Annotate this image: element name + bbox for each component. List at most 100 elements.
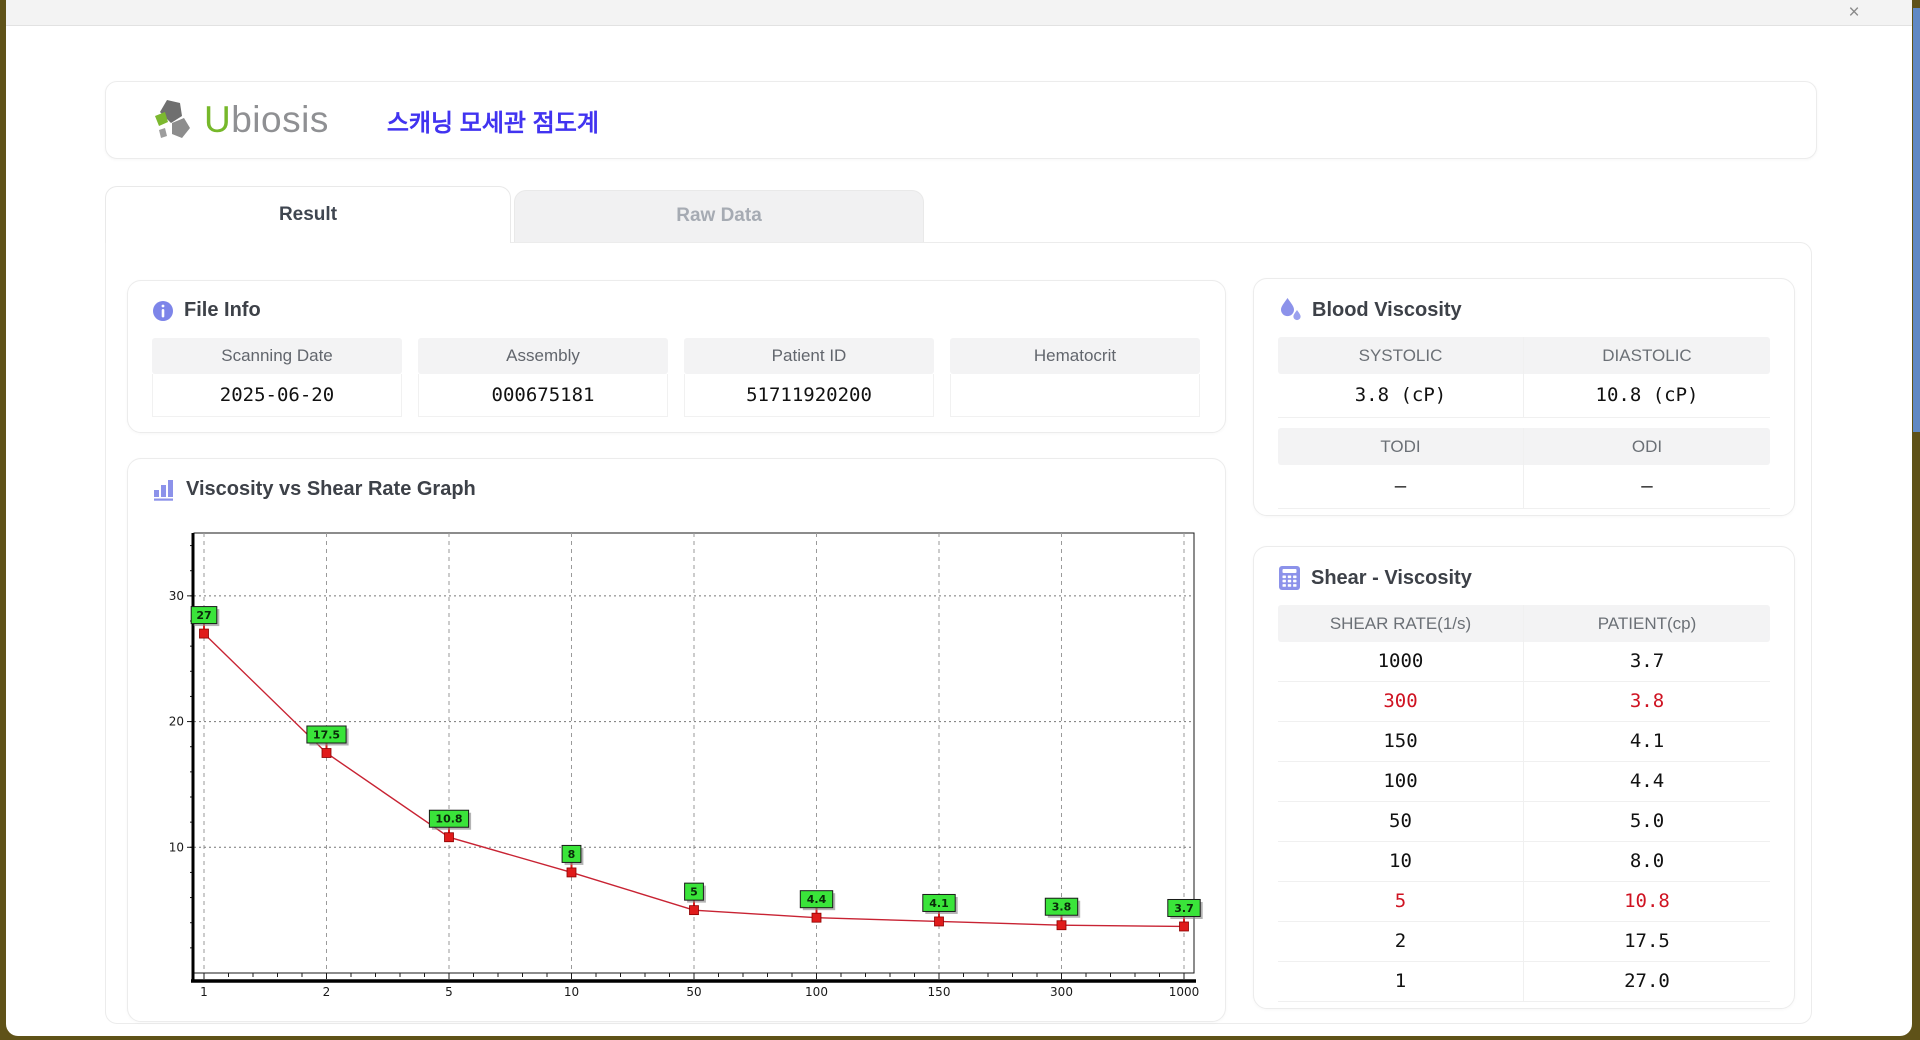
svg-text:27: 27 — [196, 609, 211, 622]
table-row: 100 4.4 — [1278, 762, 1770, 802]
file-info-title: File Info — [184, 299, 261, 321]
table-header-row: TODI ODI — [1278, 428, 1770, 465]
ubiosis-logo-icon — [152, 97, 198, 143]
tab-raw-data[interactable]: Raw Data — [514, 190, 924, 242]
patient-cell: 5.0 — [1629, 810, 1665, 832]
svg-text:10: 10 — [169, 840, 184, 854]
table-row: – – — [1278, 465, 1770, 509]
table-row: 2 17.5 — [1278, 922, 1770, 962]
svg-text:4.1: 4.1 — [929, 897, 949, 910]
shear-cell: 1 — [1278, 962, 1524, 1001]
blood-viscosity-title: Blood Viscosity — [1312, 298, 1462, 321]
table-row: 10 8.0 — [1278, 842, 1770, 882]
table-row: 1 27.0 — [1278, 962, 1770, 1002]
window-titlebar: × — [6, 0, 1912, 26]
logo-letter-u: U — [204, 99, 232, 140]
shear-table: SHEAR RATE(1/s) PATIENT(cp) 1000 3.7 300… — [1278, 605, 1770, 1002]
patient-cell: 3.8 — [1629, 690, 1665, 712]
tab-result[interactable]: Result — [105, 186, 511, 243]
svg-text:3.8: 3.8 — [1052, 901, 1072, 914]
close-icon[interactable]: × — [1842, 2, 1866, 24]
viscosity-chart: 1 2 5 10 50 100 150 300 1000 10 20 30 27 17.5 10.8 8 5 4.… — [169, 532, 1203, 999]
patient-cell: 8.0 — [1629, 850, 1665, 872]
svg-text:1: 1 — [200, 985, 208, 999]
patient-cell: 17.5 — [1624, 930, 1670, 952]
field-label: Patient ID — [684, 338, 934, 374]
shear-cell: 50 — [1278, 802, 1524, 841]
page-title: 스캐닝 모세관 점도계 — [386, 109, 599, 137]
shear-viscosity-card: Shear - Viscosity SHEAR RATE(1/s) PATIEN… — [1253, 546, 1795, 1009]
patient-cell: 4.4 — [1629, 770, 1665, 792]
shear-viscosity-title: Shear - Viscosity — [1311, 566, 1472, 589]
table-row: 300 3.8 — [1278, 682, 1770, 722]
graph-title: Viscosity vs Shear Rate Graph — [186, 477, 476, 500]
patient-cell: 3.7 — [1629, 650, 1665, 672]
table-row: 150 4.1 — [1278, 722, 1770, 762]
svg-text:1000: 1000 — [1169, 985, 1200, 999]
svg-text:8: 8 — [568, 848, 576, 861]
field-assembly: Assembly 000675181 — [418, 338, 668, 417]
field-label: Hematocrit — [950, 338, 1200, 374]
systolic-value: 3.8 (cP) — [1278, 374, 1524, 417]
field-value: 2025-06-20 — [152, 374, 402, 417]
side-strip — [1913, 8, 1920, 432]
field-hematocrit: Hematocrit — [950, 338, 1200, 417]
field-label: Scanning Date — [152, 338, 402, 374]
field-value: 51711920200 — [684, 374, 934, 417]
field-scanning-date: Scanning Date 2025-06-20 — [152, 338, 402, 417]
svg-text:5: 5 — [445, 985, 453, 999]
logo-rest: biosis — [231, 99, 329, 140]
svg-text:5: 5 — [690, 886, 698, 899]
field-value — [950, 374, 1200, 417]
shear-cell: 5 — [1278, 882, 1524, 921]
header-patient: PATIENT(cp) — [1524, 605, 1770, 642]
field-value: 000675181 — [418, 374, 668, 417]
svg-text:30: 30 — [169, 589, 184, 603]
blood-viscosity-card: Blood Viscosity SYSTOLIC DIASTOLIC 3.8 (… — [1253, 278, 1795, 516]
svg-text:150: 150 — [928, 985, 951, 999]
header-shear-rate: SHEAR RATE(1/s) — [1278, 605, 1524, 642]
shear-cell: 2 — [1278, 922, 1524, 961]
svg-text:4.4: 4.4 — [807, 893, 827, 906]
svg-text:10.8: 10.8 — [435, 813, 462, 826]
table-row: 1000 3.7 — [1278, 642, 1770, 682]
todi-value: – — [1278, 465, 1524, 508]
odi-value: – — [1641, 475, 1653, 497]
diastolic-value: 10.8 (cP) — [1595, 384, 1699, 406]
bar-chart-icon — [152, 477, 176, 501]
header-odi: ODI — [1524, 428, 1770, 465]
svg-text:20: 20 — [169, 715, 184, 729]
app-header: Ubiosis 스캐닝 모세관 점도계 — [105, 81, 1817, 159]
app-window: Ubiosis 스캐닝 모세관 점도계 Result Raw Data File… — [6, 26, 1912, 1036]
svg-text:300: 300 — [1050, 985, 1073, 999]
shear-cell: 300 — [1278, 682, 1524, 721]
table-header-row: SYSTOLIC DIASTOLIC — [1278, 337, 1770, 374]
field-patient-id: Patient ID 51711920200 — [684, 338, 934, 417]
calculator-icon — [1278, 565, 1301, 591]
shear-cell: 150 — [1278, 722, 1524, 761]
patient-cell: 4.1 — [1629, 730, 1665, 752]
shear-cell: 100 — [1278, 762, 1524, 801]
patient-cell: 10.8 — [1624, 890, 1670, 912]
header-systolic: SYSTOLIC — [1278, 337, 1524, 374]
file-info-fields: Scanning Date 2025-06-20 Assembly 000675… — [128, 322, 1225, 417]
patient-cell: 27.0 — [1624, 970, 1670, 992]
droplets-icon — [1278, 297, 1302, 323]
table-row: 50 5.0 — [1278, 802, 1770, 842]
shear-cell: 10 — [1278, 842, 1524, 881]
table-header-row: SHEAR RATE(1/s) PATIENT(cp) — [1278, 605, 1770, 642]
ubiosis-logo: Ubiosis — [152, 97, 329, 143]
svg-text:100: 100 — [805, 985, 828, 999]
svg-text:3.7: 3.7 — [1174, 902, 1194, 915]
shear-table-body: 1000 3.7 300 3.8 150 4.1 100 4.4 50 5.0 … — [1278, 642, 1770, 1002]
table-row: 3.8 (cP) 10.8 (cP) — [1278, 374, 1770, 418]
table-row: 5 10.8 — [1278, 882, 1770, 922]
svg-text:50: 50 — [686, 985, 701, 999]
blood-viscosity-table: SYSTOLIC DIASTOLIC 3.8 (cP) 10.8 (cP) TO… — [1278, 337, 1770, 509]
header-diastolic: DIASTOLIC — [1524, 337, 1770, 374]
field-label: Assembly — [418, 338, 668, 374]
file-info-card: File Info Scanning Date 2025-06-20 Assem… — [127, 280, 1226, 433]
result-panel: File Info Scanning Date 2025-06-20 Assem… — [105, 242, 1812, 1024]
shear-cell: 1000 — [1278, 642, 1524, 681]
svg-text:17.5: 17.5 — [313, 729, 340, 742]
